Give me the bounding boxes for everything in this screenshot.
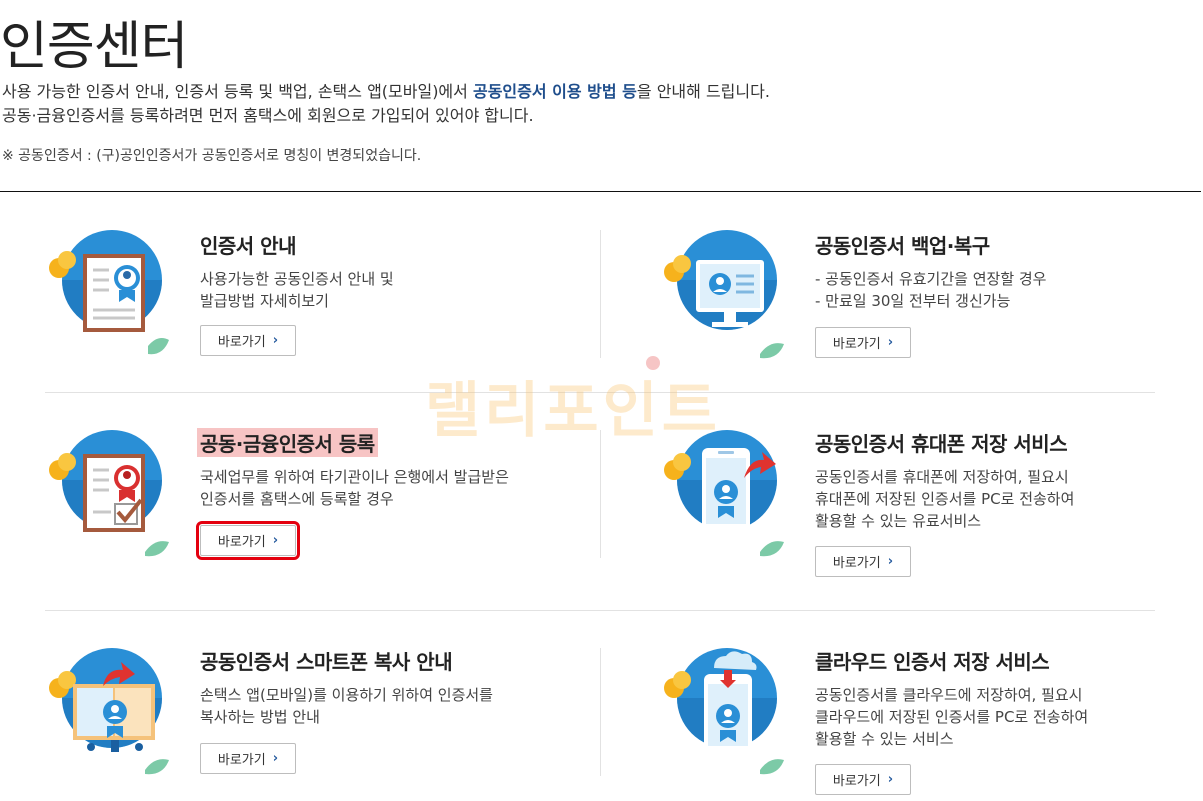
intro-line-1: 사용 가능한 인증서 안내, 인증서 등록 및 백업, 손택스 앱(모바일)에서… [2, 80, 770, 104]
card-description-line: 공동인증서를 휴대폰에 저장하여, 필요시 [815, 468, 1069, 486]
top-divider [0, 191, 1201, 192]
watermark-dot [646, 356, 660, 370]
certificate-copy-icon [45, 646, 173, 781]
card-title: 클라우드 인증서 저장 서비스 [815, 650, 1050, 674]
go-button-backup-restore[interactable]: 바로가기 › [815, 327, 911, 358]
card-description-line: 발급방법 자세히보기 [200, 292, 329, 310]
card-description: 공동인증서를 클라우드에 저장하여, 필요시 클라우드에 저장된 인증서를 PC… [815, 684, 1088, 750]
go-button-label: 바로가기 [832, 556, 881, 571]
go-button-smartphone-copy[interactable]: 바로가기 › [200, 743, 296, 774]
card-description: 손택스 앱(모바일)를 이용하기 위하여 인증서를 복사하는 방법 안내 [200, 684, 493, 728]
go-button-cloud-storage[interactable]: 바로가기 › [815, 764, 911, 795]
go-button-label: 바로가기 [832, 774, 881, 789]
go-button-label: 바로가기 [217, 335, 266, 350]
card-cloud-storage: 클라우드 인증서 저장 서비스 공동인증서를 클라우드에 저장하여, 필요시 클… [660, 646, 1200, 801]
chevron-right-icon: › [272, 533, 279, 548]
card-smartphone-copy: 공동인증서 스마트폰 복사 안내 손택스 앱(모바일)를 이용하기 위하여 인증… [45, 646, 585, 801]
card-description-line: - 만료일 30일 전부터 갱신가능 [815, 292, 1011, 310]
card-description-line: 활용할 수 있는 유료서비스 [815, 512, 982, 530]
card-title: 공동인증서 휴대폰 저장 서비스 [815, 432, 1068, 456]
card-description: 국세업무를 위하여 타기관이나 은행에서 발급받은 인증서를 홈택스에 등록할 … [200, 466, 509, 510]
card-phone-storage: 공동인증서 휴대폰 저장 서비스 공동인증서를 휴대폰에 저장하여, 필요시 휴… [660, 428, 1200, 598]
card-description: - 공동인증서 유효기간을 연장할 경우 - 만료일 30일 전부터 갱신가능 [815, 268, 1047, 312]
card-title: 공동인증서 백업·복구 [815, 234, 990, 258]
card-description: 공동인증서를 휴대폰에 저장하여, 필요시 휴대폰에 저장된 인증서를 PC로 … [815, 466, 1074, 532]
card-certificate-registration: 공동·금융인증서 등록 국세업무를 위하여 타기관이나 은행에서 발급받은 인증… [45, 428, 585, 598]
chevron-right-icon: › [887, 554, 894, 569]
chevron-right-icon: › [272, 751, 279, 766]
column-divider-3 [600, 648, 601, 776]
intro-line-2: 공동·금융인증서를 등록하려면 먼저 홈택스에 회원으로 가입되어 있어야 합니… [2, 106, 534, 125]
cloud-certificate-icon [660, 646, 788, 781]
go-button-label: 바로가기 [217, 753, 266, 768]
card-description-line: 클라우드에 저장된 인증서를 PC로 전송하여 [815, 708, 1089, 726]
card-certificate-info: 인증서 안내 사용가능한 공동인증서 안내 및 발급방법 자세히보기 바로가기 › [45, 230, 585, 400]
card-description-line: 공동인증서를 클라우드에 저장하여, 필요시 [815, 686, 1083, 704]
card-description-line: 휴대폰에 저장된 인증서를 PC로 전송하여 [815, 490, 1075, 508]
go-button-certificate-info[interactable]: 바로가기 › [200, 325, 296, 356]
card-title: 인증서 안내 [200, 234, 296, 258]
phone-certificate-icon [660, 428, 788, 563]
chevron-right-icon: › [887, 772, 894, 787]
monitor-certificate-icon [660, 230, 788, 365]
go-button-label: 바로가기 [217, 535, 266, 550]
card-description-line: 활용할 수 있는 서비스 [815, 730, 954, 748]
intro-highlight: 공동인증서 이용 방법 등 [472, 82, 637, 101]
card-description-line: - 공동인증서 유효기간을 연장할 경우 [815, 270, 1047, 288]
card-description: 사용가능한 공동인증서 안내 및 발급방법 자세히보기 [200, 268, 394, 312]
chevron-right-icon: › [887, 335, 894, 350]
page-title: 인증센터 [0, 17, 188, 77]
column-divider-1 [600, 230, 601, 358]
certificate-check-icon [45, 428, 173, 563]
intro-line-1-end: 을 안내해 드립니다. [636, 82, 770, 101]
name-change-note: ※ 공동인증서 : (구)공인인증서가 공동인증서로 명칭이 변경되었습니다. [2, 148, 422, 164]
intro-line-1-start: 사용 가능한 인증서 안내, 인증서 등록 및 백업, 손택스 앱(모바일)에서 [2, 82, 473, 101]
go-button-phone-storage[interactable]: 바로가기 › [815, 546, 911, 577]
card-description-line: 손택스 앱(모바일)를 이용하기 위하여 인증서를 [200, 686, 493, 704]
card-description-line: 복사하는 방법 안내 [200, 708, 320, 726]
certificate-document-icon [45, 230, 173, 365]
column-divider-2 [600, 430, 601, 558]
card-title: 공동인증서 스마트폰 복사 안내 [200, 650, 453, 674]
card-backup-restore: 공동인증서 백업·복구 - 공동인증서 유효기간을 연장할 경우 - 만료일 3… [660, 230, 1200, 400]
card-description-line: 인증서를 홈택스에 등록할 경우 [200, 490, 394, 508]
intro-text: 사용 가능한 인증서 안내, 인증서 등록 및 백업, 손택스 앱(모바일)에서… [2, 80, 770, 128]
chevron-right-icon: › [272, 333, 279, 348]
go-button-label: 바로가기 [832, 337, 881, 352]
card-description-line: 국세업무를 위하여 타기관이나 은행에서 발급받은 [200, 468, 509, 486]
card-description-line: 사용가능한 공동인증서 안내 및 [200, 270, 394, 288]
go-button-certificate-registration[interactable]: 바로가기 › [196, 521, 300, 560]
row-divider-2 [45, 610, 1155, 611]
card-title-highlighted: 공동·금융인증서 등록 [197, 428, 378, 457]
